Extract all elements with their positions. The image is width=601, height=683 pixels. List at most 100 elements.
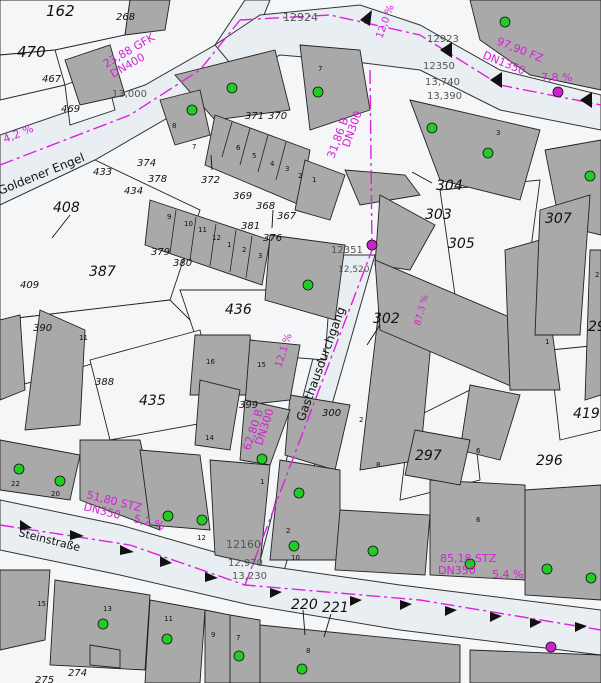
elevation-label: 12160 — [226, 538, 261, 551]
house-number: 20 — [51, 490, 60, 498]
manhole-green — [233, 650, 245, 662]
building — [229, 614, 261, 683]
manhole-magenta — [552, 86, 564, 98]
parcel-number: 378 — [148, 174, 167, 185]
manhole-green — [367, 545, 379, 557]
house-number: 9 — [167, 213, 171, 221]
house-number: 12 — [212, 234, 221, 242]
manhole-green — [296, 663, 308, 675]
house-number: 7 — [192, 143, 196, 151]
house-number: 14 — [205, 434, 214, 442]
parcel-number: 275 — [35, 675, 54, 683]
building — [0, 314, 26, 401]
house-number: 3 — [285, 165, 289, 173]
house-number: 1 — [227, 241, 231, 249]
house-number: 13 — [103, 605, 112, 613]
manhole-green — [584, 170, 596, 182]
building — [144, 599, 206, 683]
house-number: 2 — [286, 527, 290, 535]
parcel-number: 368 — [256, 201, 275, 212]
manhole-green — [288, 540, 300, 552]
manhole-green — [541, 563, 553, 575]
parcel-number: 369 — [233, 191, 252, 202]
manhole-green — [226, 82, 238, 94]
parcel-number: 408 — [53, 200, 80, 216]
building — [204, 609, 231, 683]
parcel-number: 221 — [322, 600, 349, 616]
parcel-number: 303 — [425, 207, 452, 223]
parcel-number: 409 — [20, 280, 39, 291]
sewer-label: DN350 — [438, 564, 476, 577]
house-number: 6 — [476, 447, 481, 455]
parcel-number: 268 — [116, 12, 135, 23]
manhole-green — [585, 572, 597, 584]
parcel-number: 436 — [225, 302, 252, 318]
manhole-green — [196, 514, 208, 526]
parcel-number: 380 — [173, 258, 192, 269]
elevation-label: 13,740 — [425, 77, 460, 88]
parcel-number: 470 — [17, 43, 46, 61]
house-number: 11 — [164, 615, 173, 623]
manhole-green — [426, 122, 438, 134]
elevation-label: 12351 — [331, 245, 363, 256]
parcel-number: 434 — [124, 186, 143, 197]
parcel-number: 29 — [588, 319, 601, 335]
house-number: 2 — [595, 271, 599, 279]
parcel-number: 296 — [536, 453, 563, 469]
elevation-label: 13,230 — [232, 571, 267, 582]
elevation-label: 13,390 — [427, 91, 462, 102]
manhole-green — [293, 487, 305, 499]
house-number: 11 — [79, 334, 88, 342]
parcel-number: 304 — [436, 178, 463, 194]
parcel-number: 374 — [137, 158, 156, 169]
manhole-magenta — [366, 239, 378, 251]
parcel-number: 433 — [93, 167, 112, 178]
parcel-number: 370 — [268, 111, 287, 122]
manhole-green — [97, 618, 109, 630]
house-number: 10 — [291, 554, 300, 562]
parcel-number: 419 — [573, 406, 600, 422]
building — [0, 569, 51, 651]
house-number: 1 — [312, 176, 316, 184]
house-number: 1 — [545, 338, 549, 346]
manhole-green — [54, 475, 66, 487]
map-canvas[interactable]: 162470467469268433434374378 372371 3703693… — [0, 0, 601, 683]
parcel-number: 435 — [139, 393, 166, 409]
house-number: 2 — [242, 246, 246, 254]
house-number: 4 — [270, 160, 275, 168]
parcel-number: 305 — [448, 236, 475, 252]
parcel-number: 469 — [61, 104, 80, 115]
parcel-number: 376 — [263, 233, 282, 244]
manhole-green — [302, 279, 314, 291]
elevation-label: 12,520 — [338, 265, 370, 275]
house-number: 7 — [318, 65, 322, 73]
building — [269, 459, 341, 561]
parcel-number: 379 — [151, 247, 170, 258]
house-number: 10 — [184, 220, 193, 228]
elevation-label: 12923 — [427, 34, 459, 45]
manhole-green — [256, 453, 268, 465]
cadastral-map[interactable]: 162 470 467 469 268 433 434 374 378 372 371 370 369 3… — [0, 0, 601, 683]
parcel-number: 387 — [89, 264, 116, 280]
parcel-number: 302 — [373, 311, 400, 327]
house-number: 12 — [197, 534, 206, 542]
house-number: 15 — [257, 361, 266, 369]
manhole-green — [13, 463, 25, 475]
parcel-number: 467 — [42, 74, 62, 85]
house-number: 15 — [37, 600, 46, 608]
building — [469, 649, 601, 683]
house-number: 2 — [359, 416, 363, 424]
house-number: 1 — [260, 478, 264, 486]
parcel-number: 371 — [245, 111, 264, 122]
elevation-label: 12350 — [423, 61, 455, 72]
parcel-number: 162 — [46, 2, 75, 20]
elevation-label: 12,970 — [228, 558, 263, 569]
parcel-number: 300 — [322, 408, 341, 419]
manhole-green — [499, 16, 511, 28]
manhole-green — [312, 86, 324, 98]
parcel-number: 220 — [291, 597, 318, 613]
house-number: 3 — [258, 252, 262, 260]
house-number: 8 — [306, 647, 310, 655]
parcel-number: 388 — [95, 377, 114, 388]
parcel-number: 367 — [277, 211, 297, 222]
